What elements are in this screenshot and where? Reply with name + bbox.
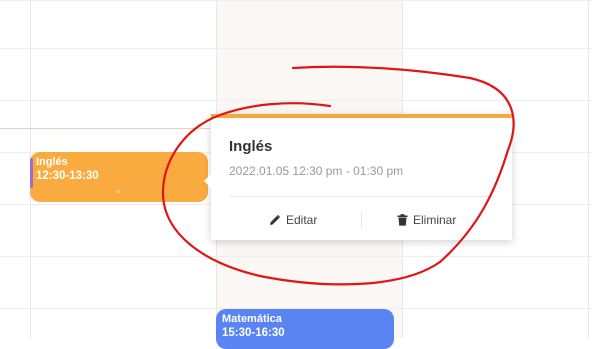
popover-title: Inglés [229, 138, 273, 155]
event-ingles[interactable]: Inglés 12:30-13:30 ≡ [30, 152, 208, 202]
grid-column-line [588, 0, 589, 338]
delete-button[interactable]: Eliminar [397, 210, 456, 230]
resize-handle[interactable]: ≡ [116, 186, 121, 200]
delete-button-label: Eliminar [413, 213, 457, 227]
edit-button[interactable]: Editar [269, 210, 317, 230]
popover-button-divider [361, 212, 362, 228]
event-title: Inglés [36, 156, 68, 168]
event-popover: Inglés 2022.01.05 12:30 pm - 01:30 pm Ed… [204, 114, 512, 240]
event-matematica[interactable]: Matemática 15:30-16:30 [216, 309, 394, 349]
popover-arrow [204, 174, 211, 188]
pencil-icon [269, 214, 281, 226]
grid-row-line [0, 100, 592, 101]
event-time: 12:30-13:30 [36, 170, 99, 182]
popover-date-range: 2022.01.05 12:30 pm - 01:30 pm [229, 164, 404, 178]
grid-row-line [0, 48, 592, 49]
popover-divider [229, 196, 494, 197]
trash-icon [397, 214, 408, 226]
event-title: Matemática [222, 313, 282, 325]
grid-row-line [0, 256, 592, 257]
current-time-line [0, 128, 210, 129]
grid-row-line [0, 0, 592, 1]
edit-button-label: Editar [286, 213, 318, 227]
